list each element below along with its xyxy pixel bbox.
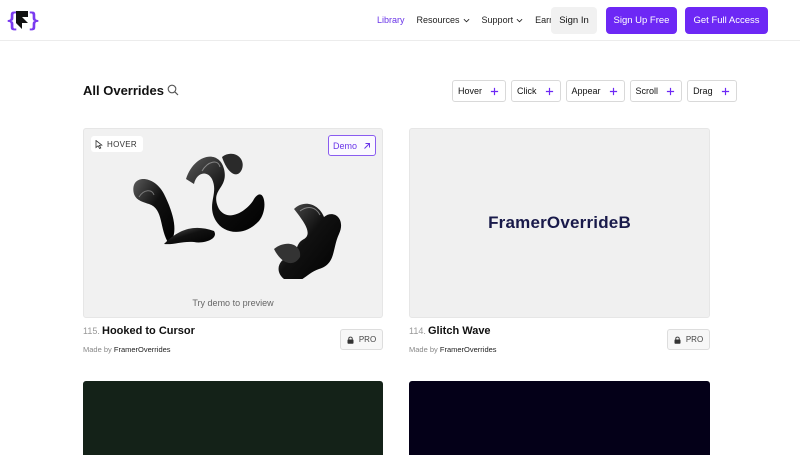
nav-link-resources[interactable]: Resources — [417, 15, 470, 25]
cursor-pointer-icon — [95, 139, 103, 149]
card-author: Made by FramerOverrides — [409, 345, 497, 354]
card-author: Made by FramerOverrides — [83, 345, 171, 354]
filter-chip-label: Hover — [458, 86, 483, 96]
card-number: 115. — [83, 326, 100, 336]
search-icon[interactable] — [167, 84, 179, 96]
nav-links: Library Resources Support Earn — [377, 0, 576, 40]
preview-hint: Try demo to preview — [192, 298, 274, 308]
nav-link-label: Resources — [416, 15, 460, 25]
plus-icon — [721, 87, 729, 95]
card-number: 114. — [409, 326, 426, 336]
pro-badge-label: PRO — [358, 335, 377, 344]
made-by-prefix: Made by — [409, 345, 438, 354]
chevron-down-icon — [463, 18, 469, 22]
pro-badge-label: PRO — [685, 335, 704, 344]
filter-chip-scroll[interactable]: Scroll — [629, 80, 683, 102]
sign-up-free-button[interactable]: Sign Up Free — [606, 7, 677, 34]
filter-chip-label: Scroll — [635, 86, 659, 96]
get-full-access-button[interactable]: Get Full Access — [685, 7, 768, 34]
nav-link-label: Support — [481, 15, 514, 25]
card-title[interactable]: Glitch Wave — [428, 325, 491, 337]
card-preview-dark-green[interactable] — [83, 381, 383, 455]
pro-badge: PRO — [667, 329, 710, 350]
framer-logo-icon[interactable]: { } — [6, 8, 40, 32]
card-title[interactable]: Hooked to Cursor — [102, 325, 195, 337]
card-preview-hooked-to-cursor[interactable]: HOVER Demo Try demo to preview — [83, 128, 383, 318]
made-by-prefix: Made by — [83, 345, 112, 354]
filter-chip-appear[interactable]: Appear — [565, 80, 625, 102]
page-title: All Overrides — [83, 83, 164, 98]
brand-wordmark: FramerOverrideB — [488, 213, 631, 232]
nav-link-library[interactable]: Library — [377, 15, 405, 25]
card-preview-dark-navy[interactable] — [409, 381, 710, 455]
filter-chip-hover[interactable]: Hover — [452, 80, 507, 102]
nav-link-label: Library — [377, 15, 405, 25]
author-name[interactable]: FramerOverrides — [440, 345, 497, 354]
nav-link-support[interactable]: Support — [482, 15, 524, 25]
twisted-3d-shapes-image — [133, 153, 342, 279]
filter-chip-label: Drag — [693, 86, 713, 96]
top-navbar: { } Library Resources Support Earn Sign … — [0, 0, 800, 41]
plus-icon — [545, 87, 553, 95]
card-preview-glitch-wave[interactable]: FramerOverrideB — [409, 128, 710, 318]
lock-icon — [347, 336, 354, 344]
pro-badge: PRO — [340, 329, 383, 350]
filter-chip-label: Click — [517, 86, 537, 96]
author-name[interactable]: FramerOverrides — [114, 345, 171, 354]
svg-text:}: } — [28, 8, 40, 32]
plus-icon — [666, 87, 675, 95]
filter-chips: Hover Click Appear Scroll Drag — [452, 80, 742, 102]
filter-chip-label: Appear — [571, 86, 601, 96]
plus-icon — [490, 87, 499, 95]
sign-in-button[interactable]: Sign In — [551, 7, 597, 34]
chevron-down-icon — [516, 18, 523, 22]
arrow-up-right-icon — [364, 142, 370, 149]
filter-chip-drag[interactable]: Drag — [687, 80, 737, 102]
hover-tag-label: HOVER — [107, 139, 137, 149]
plus-icon — [609, 87, 617, 95]
lock-icon — [674, 336, 681, 344]
filter-chip-click[interactable]: Click — [511, 80, 561, 102]
